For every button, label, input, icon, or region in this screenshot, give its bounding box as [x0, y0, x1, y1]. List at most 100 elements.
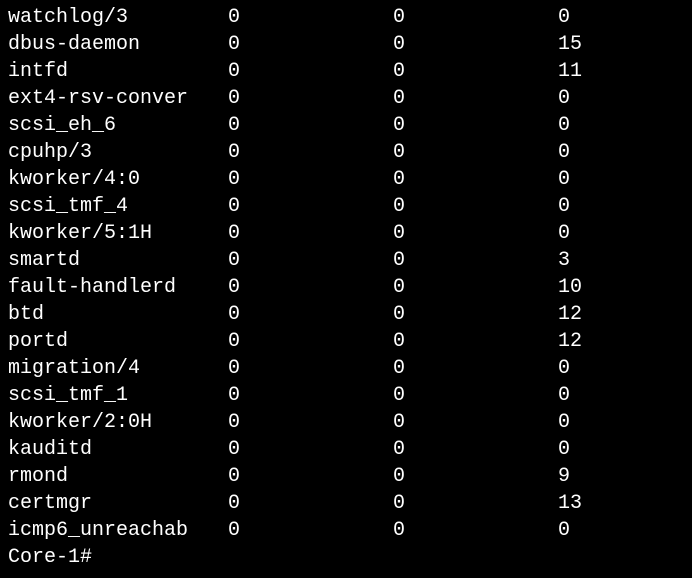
process-value-3: 12 — [558, 328, 658, 355]
process-value-1: 0 — [228, 463, 393, 490]
process-value-3: 10 — [558, 274, 658, 301]
process-name: kworker/2:0H — [8, 409, 228, 436]
process-value-1: 0 — [228, 328, 393, 355]
process-value-2: 0 — [393, 490, 558, 517]
process-row: fault-handlerd0010 — [8, 274, 684, 301]
process-value-1: 0 — [228, 112, 393, 139]
process-row: kworker/5:1H000 — [8, 220, 684, 247]
process-value-2: 0 — [393, 220, 558, 247]
process-value-2: 0 — [393, 31, 558, 58]
process-row: kworker/2:0H000 — [8, 409, 684, 436]
process-row: scsi_tmf_4000 — [8, 193, 684, 220]
process-row: intfd0011 — [8, 58, 684, 85]
process-name: scsi_eh_6 — [8, 112, 228, 139]
process-value-2: 0 — [393, 85, 558, 112]
process-value-2: 0 — [393, 436, 558, 463]
process-value-1: 0 — [228, 490, 393, 517]
process-row: portd0012 — [8, 328, 684, 355]
process-value-1: 0 — [228, 436, 393, 463]
process-value-3: 0 — [558, 220, 658, 247]
process-name: icmp6_unreachab — [8, 517, 228, 544]
process-name: ext4-rsv-conver — [8, 85, 228, 112]
process-value-2: 0 — [393, 409, 558, 436]
process-row: kworker/4:0000 — [8, 166, 684, 193]
process-value-3: 0 — [558, 436, 658, 463]
process-value-3: 0 — [558, 193, 658, 220]
process-value-1: 0 — [228, 220, 393, 247]
process-value-1: 0 — [228, 193, 393, 220]
process-value-1: 0 — [228, 31, 393, 58]
process-row: ext4-rsv-conver000 — [8, 85, 684, 112]
process-value-3: 0 — [558, 4, 658, 31]
process-list: watchlog/3000dbus-daemon0015intfd0011ext… — [8, 4, 684, 544]
process-value-1: 0 — [228, 139, 393, 166]
process-name: scsi_tmf_1 — [8, 382, 228, 409]
process-value-1: 0 — [228, 301, 393, 328]
process-row: scsi_tmf_1000 — [8, 382, 684, 409]
process-value-2: 0 — [393, 463, 558, 490]
prompt-row[interactable]: Core-1# — [8, 544, 684, 571]
process-value-2: 0 — [393, 139, 558, 166]
process-name: portd — [8, 328, 228, 355]
process-row: btd0012 — [8, 301, 684, 328]
process-value-2: 0 — [393, 247, 558, 274]
process-value-3: 9 — [558, 463, 658, 490]
process-value-3: 0 — [558, 112, 658, 139]
process-name: rmond — [8, 463, 228, 490]
process-value-1: 0 — [228, 4, 393, 31]
process-value-1: 0 — [228, 517, 393, 544]
process-value-3: 0 — [558, 409, 658, 436]
process-value-3: 12 — [558, 301, 658, 328]
process-name: cpuhp/3 — [8, 139, 228, 166]
process-name: intfd — [8, 58, 228, 85]
process-name: fault-handlerd — [8, 274, 228, 301]
process-value-2: 0 — [393, 274, 558, 301]
process-row: icmp6_unreachab000 — [8, 517, 684, 544]
process-row: kauditd000 — [8, 436, 684, 463]
shell-prompt: Core-1# — [8, 544, 92, 571]
process-name: kworker/5:1H — [8, 220, 228, 247]
process-value-2: 0 — [393, 355, 558, 382]
process-value-3: 11 — [558, 58, 658, 85]
process-value-3: 0 — [558, 382, 658, 409]
process-name: dbus-daemon — [8, 31, 228, 58]
process-name: kauditd — [8, 436, 228, 463]
process-value-2: 0 — [393, 4, 558, 31]
process-value-3: 13 — [558, 490, 658, 517]
process-name: watchlog/3 — [8, 4, 228, 31]
process-value-2: 0 — [393, 328, 558, 355]
process-value-2: 0 — [393, 58, 558, 85]
process-value-1: 0 — [228, 58, 393, 85]
process-value-2: 0 — [393, 112, 558, 139]
process-row: rmond009 — [8, 463, 684, 490]
process-value-1: 0 — [228, 247, 393, 274]
process-value-3: 0 — [558, 355, 658, 382]
process-value-2: 0 — [393, 193, 558, 220]
process-value-1: 0 — [228, 382, 393, 409]
process-value-3: 0 — [558, 85, 658, 112]
process-name: certmgr — [8, 490, 228, 517]
process-row: smartd003 — [8, 247, 684, 274]
process-value-3: 3 — [558, 247, 658, 274]
process-value-2: 0 — [393, 166, 558, 193]
process-row: scsi_eh_6000 — [8, 112, 684, 139]
process-row: certmgr0013 — [8, 490, 684, 517]
terminal-output[interactable]: watchlog/3000dbus-daemon0015intfd0011ext… — [8, 4, 684, 571]
process-name: btd — [8, 301, 228, 328]
process-value-1: 0 — [228, 166, 393, 193]
process-value-3: 15 — [558, 31, 658, 58]
process-name: smartd — [8, 247, 228, 274]
process-row: watchlog/3000 — [8, 4, 684, 31]
process-name: kworker/4:0 — [8, 166, 228, 193]
process-row: migration/4000 — [8, 355, 684, 382]
process-name: migration/4 — [8, 355, 228, 382]
process-row: cpuhp/3000 — [8, 139, 684, 166]
process-value-3: 0 — [558, 139, 658, 166]
process-value-2: 0 — [393, 382, 558, 409]
process-name: scsi_tmf_4 — [8, 193, 228, 220]
process-value-1: 0 — [228, 355, 393, 382]
process-value-3: 0 — [558, 517, 658, 544]
process-value-2: 0 — [393, 517, 558, 544]
process-value-3: 0 — [558, 166, 658, 193]
process-value-1: 0 — [228, 85, 393, 112]
